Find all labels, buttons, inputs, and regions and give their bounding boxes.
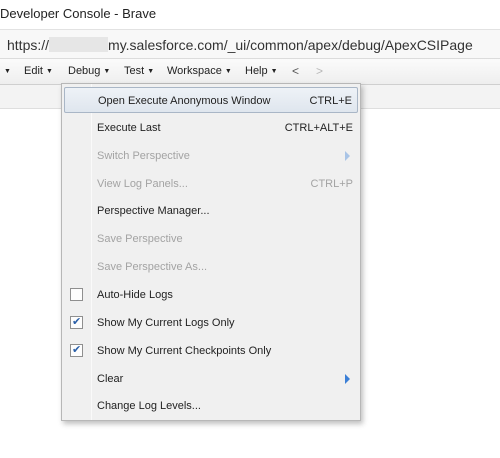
chevron-down-icon: ▼ — [147, 68, 155, 75]
menu-item-clear[interactable]: Clear — [64, 366, 358, 392]
menu-item-label: Open Execute Anonymous Window — [98, 95, 271, 107]
window-title: Developer Console - Brave — [0, 6, 157, 21]
menu-item-label: Show My Current Checkpoints Only — [97, 345, 272, 357]
submenu-arrow-icon — [345, 374, 350, 384]
menu-edit-label: Edit — [24, 65, 43, 77]
menu-debug-label: Debug — [68, 65, 101, 77]
menu-test[interactable]: Test ▼ — [124, 65, 154, 77]
menu-item-switch-perspective[interactable]: Switch Perspective — [64, 143, 358, 169]
menu-item-label: Save Perspective As... — [97, 261, 208, 273]
show-current-logs-checkbox[interactable]: ✔ — [70, 315, 83, 329]
chevron-down-icon: ▼ — [4, 68, 11, 75]
menu-item-view-log-panels[interactable]: View Log Panels... CTRL+P — [64, 171, 358, 197]
submenu-arrow-icon — [345, 151, 350, 161]
menu-item-change-log-levels[interactable]: Change Log Levels... — [64, 393, 358, 419]
menu-edit[interactable]: Edit ▼ — [24, 65, 53, 77]
menu-debug[interactable]: Debug ▼ — [68, 65, 110, 77]
menu-item-shortcut: CTRL+ALT+E — [284, 122, 353, 134]
menu-item-label: View Log Panels... — [97, 178, 188, 190]
url-rest: my.salesforce.com/_ui/common/apex/debug/… — [108, 37, 473, 53]
menu-item-shortcut: CTRL+P — [310, 178, 354, 190]
menu-item-label: Auto-Hide Logs — [97, 289, 173, 301]
menu-item-open-execute-anonymous[interactable]: Open Execute Anonymous Window CTRL+E — [64, 87, 358, 113]
menu-item-show-current-checkpoints-only[interactable]: ✔ Show My Current Checkpoints Only — [64, 338, 358, 364]
chevron-down-icon: ▼ — [270, 68, 278, 75]
menu-test-label: Test — [124, 65, 145, 77]
debug-menu-dropdown: Open Execute Anonymous Window CTRL+E Exe… — [61, 83, 361, 421]
menu-item-label: Execute Last — [97, 122, 161, 134]
chevron-down-icon: ▼ — [103, 68, 111, 75]
url-prefix: https:// — [7, 37, 50, 53]
menu-item-label: Clear — [97, 373, 124, 385]
auto-hide-logs-checkbox[interactable] — [70, 288, 83, 301]
menu-item-label: Perspective Manager... — [97, 205, 210, 217]
menu-item-show-current-logs-only[interactable]: ✔ Show My Current Logs Only — [64, 310, 358, 336]
show-current-checkpoints-checkbox[interactable]: ✔ — [70, 343, 83, 357]
forward-nav-button[interactable]: > — [316, 64, 323, 78]
checkmark-icon: ✔ — [72, 315, 82, 328]
menu-item-perspective-manager[interactable]: Perspective Manager... — [64, 198, 358, 224]
redacted-subdomain — [49, 37, 109, 52]
menu-bar: ▼ Edit ▼ Debug ▼ Test ▼ Workspace ▼ Help ▼ < … — [0, 59, 500, 85]
menu-help-label: Help — [245, 65, 268, 77]
back-nav-button[interactable]: < — [292, 64, 299, 78]
menu-workspace-label: Workspace — [167, 65, 222, 77]
menu-file-arrow[interactable]: ▼ — [1, 65, 11, 77]
menu-workspace[interactable]: Workspace ▼ — [167, 65, 232, 77]
menu-item-auto-hide-logs[interactable]: Auto-Hide Logs — [64, 282, 358, 308]
window-title-bar: Developer Console - Brave — [0, 0, 500, 29]
menu-item-label: Switch Perspective — [97, 150, 190, 162]
menu-item-save-perspective[interactable]: Save Perspective — [64, 226, 358, 252]
menu-item-label: Change Log Levels... — [97, 400, 201, 412]
menu-item-execute-last[interactable]: Execute Last CTRL+ALT+E — [64, 115, 358, 141]
chevron-down-icon: ▼ — [224, 68, 232, 75]
menu-item-shortcut: CTRL+E — [309, 95, 353, 107]
menu-item-label: Show My Current Logs Only — [97, 317, 235, 329]
menu-help[interactable]: Help ▼ — [245, 65, 278, 77]
address-bar[interactable]: https:// my.salesforce.com/_ui/common/ape… — [0, 29, 500, 59]
menu-item-save-perspective-as[interactable]: Save Perspective As... — [64, 254, 358, 280]
menu-item-label: Save Perspective — [97, 233, 183, 245]
chevron-down-icon: ▼ — [45, 68, 53, 75]
checkmark-icon: ✔ — [72, 343, 82, 356]
